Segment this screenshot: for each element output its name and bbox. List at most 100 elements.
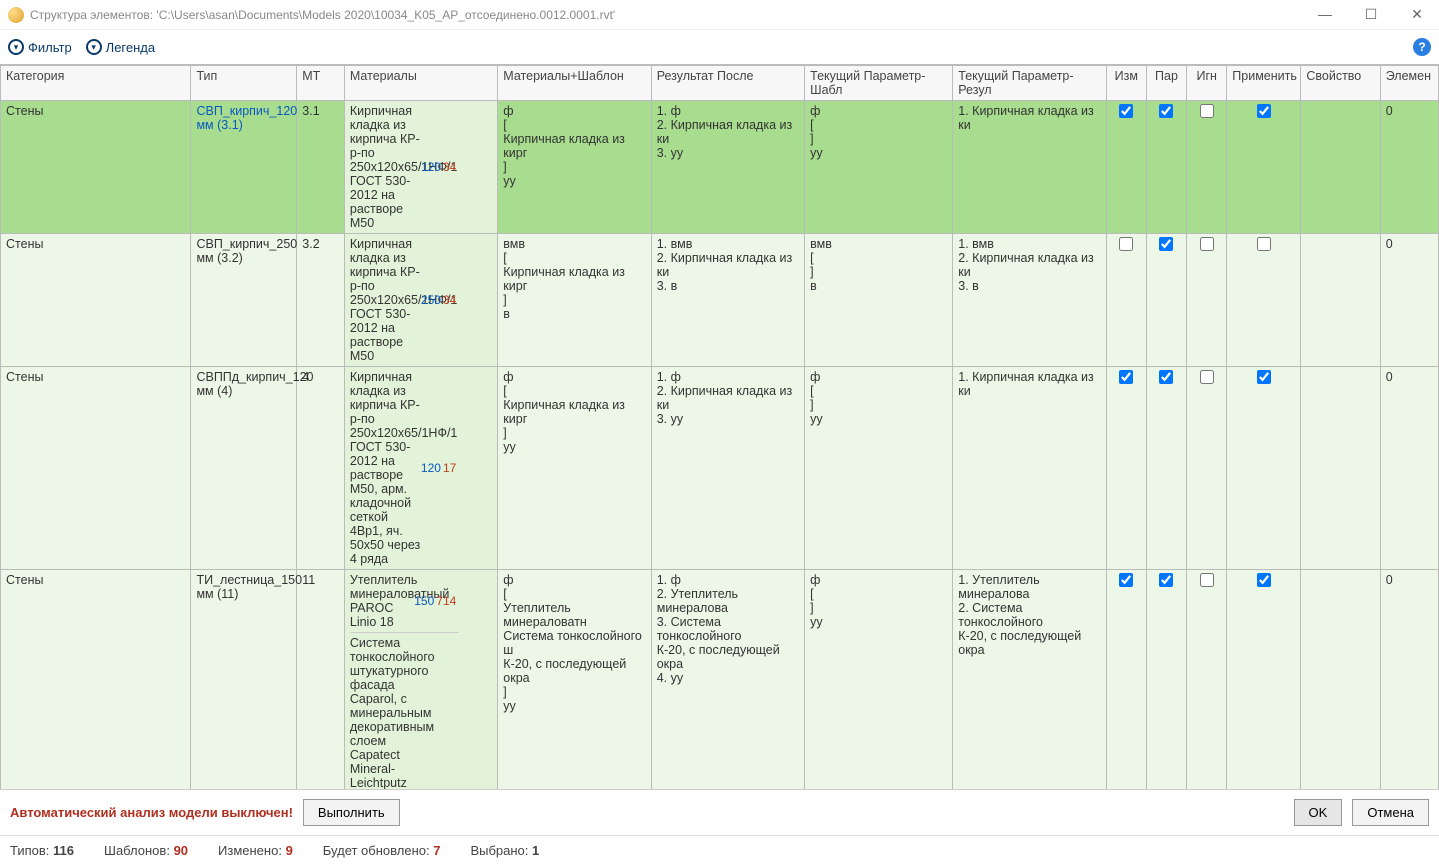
cell-cur-tpl: вмв[]в	[805, 234, 953, 367]
status-updated: Будет обновлено: 7	[323, 843, 441, 858]
cell-result: 1. ф2. Кирпичная кладка из ки3. уу	[651, 367, 804, 570]
apply-checkbox[interactable]	[1257, 237, 1271, 251]
col-prop[interactable]: Свойство	[1301, 66, 1380, 101]
col-mt[interactable]: МТ	[297, 66, 345, 101]
table-row[interactable]: СтеныСВППд_кирпич_120 мм (4)4Кирпичная к…	[1, 367, 1439, 570]
material-dimensions: 12034	[421, 160, 456, 174]
cell-mt: 3.2	[297, 234, 345, 367]
col-ign[interactable]: Игн	[1187, 66, 1227, 101]
cell-cur-tpl: ф[]уу	[805, 570, 953, 790]
status-selected: Выбрано: 1	[470, 843, 539, 858]
window-title: Структура элементов: 'C:\Users\asan\Docu…	[30, 8, 1311, 22]
col-materials[interactable]: Материалы	[344, 66, 497, 101]
cell-category: Стены	[1, 367, 191, 570]
col-category[interactable]: Категория	[1, 66, 191, 101]
cell-par	[1146, 570, 1186, 790]
ign-checkbox[interactable]	[1200, 237, 1214, 251]
col-chg[interactable]: Изм	[1106, 66, 1146, 101]
chevron-down-icon: ▾	[86, 39, 102, 55]
par-checkbox[interactable]	[1159, 104, 1173, 118]
cell-chg	[1106, 570, 1146, 790]
par-checkbox[interactable]	[1159, 573, 1173, 587]
cell-category: Стены	[1, 570, 191, 790]
filter-button[interactable]: ▾ Фильтр	[8, 39, 72, 55]
table-row[interactable]: СтеныСВП_кирпич_250 мм (3.2)3.2Кирпичная…	[1, 234, 1439, 367]
cell-category: Стены	[1, 101, 191, 234]
col-apply[interactable]: Применить	[1227, 66, 1301, 101]
cell-ign	[1187, 101, 1227, 234]
table-row[interactable]: СтеныТИ_лестница_150 мм (11)11Утеплитель…	[1, 570, 1439, 790]
minimize-button[interactable]: —	[1311, 6, 1339, 23]
ign-checkbox[interactable]	[1200, 370, 1214, 384]
status-templates: Шаблонов: 90	[104, 843, 188, 858]
cell-mat-tpl: вмв[Кирпичная кладка из кирг]в	[498, 234, 651, 367]
cell-apply	[1227, 570, 1301, 790]
chg-checkbox[interactable]	[1119, 370, 1133, 384]
cell-mt: 11	[297, 570, 345, 790]
col-type[interactable]: Тип	[191, 66, 297, 101]
cancel-button[interactable]: Отмена	[1352, 799, 1429, 826]
material-dimensions: 585	[434, 789, 456, 790]
cell-elem: 0	[1380, 234, 1438, 367]
status-types: Типов: 116	[10, 843, 74, 858]
cell-ign	[1187, 570, 1227, 790]
material-dimensions: 25034	[421, 293, 456, 307]
header-row: Категория Тип МТ Материалы Материалы+Шаб…	[1, 66, 1439, 101]
apply-checkbox[interactable]	[1257, 573, 1271, 587]
cell-cur-tpl: ф[]уу	[805, 367, 953, 570]
cell-ign	[1187, 367, 1227, 570]
filter-label: Фильтр	[28, 40, 72, 55]
cell-materials: Утеплитель минераловатный PAROC Linio 18…	[344, 570, 497, 790]
cell-par	[1146, 234, 1186, 367]
cell-type: СВП_кирпич_120 мм (3.1)	[191, 101, 297, 234]
cell-par	[1146, 367, 1186, 570]
cell-cur-res: 1. Кирпичная кладка из ки	[953, 367, 1106, 570]
toolbar: ▾ Фильтр ▾ Легенда ?	[0, 30, 1439, 64]
cell-mt: 4	[297, 367, 345, 570]
cell-apply	[1227, 234, 1301, 367]
cell-mat-tpl: ф[Утеплитель минераловатнСистема тонкосл…	[498, 570, 651, 790]
col-result[interactable]: Результат После	[651, 66, 804, 101]
cell-ign	[1187, 234, 1227, 367]
ok-button[interactable]: OK	[1294, 799, 1343, 826]
cell-elem: 0	[1380, 367, 1438, 570]
cell-prop	[1301, 367, 1380, 570]
chg-checkbox[interactable]	[1119, 573, 1133, 587]
apply-checkbox[interactable]	[1257, 104, 1271, 118]
cell-type: СВП_кирпич_250 мм (3.2)	[191, 234, 297, 367]
material-dimensions: 12017	[421, 461, 456, 475]
col-mat-tpl[interactable]: Материалы+Шаблон	[498, 66, 651, 101]
help-icon[interactable]: ?	[1413, 38, 1431, 56]
cell-chg	[1106, 234, 1146, 367]
run-button[interactable]: Выполнить	[303, 799, 400, 826]
cell-cur-res: 1. Утеплитель минералова2. Система тонко…	[953, 570, 1106, 790]
cell-category: Стены	[1, 234, 191, 367]
cell-chg	[1106, 367, 1146, 570]
col-par[interactable]: Пар	[1146, 66, 1186, 101]
cell-result: 1. ф2. Кирпичная кладка из ки3. уу	[651, 101, 804, 234]
close-button[interactable]: ✕	[1403, 6, 1431, 23]
material-text: Система тонкослойного штукатурного фасад…	[350, 636, 435, 789]
col-elem[interactable]: Элемен	[1380, 66, 1438, 101]
apply-checkbox[interactable]	[1257, 370, 1271, 384]
ign-checkbox[interactable]	[1200, 573, 1214, 587]
legend-button[interactable]: ▾ Легенда	[86, 39, 155, 55]
par-checkbox[interactable]	[1159, 237, 1173, 251]
col-cur-tpl[interactable]: Текущий Параметр-Шабл	[805, 66, 953, 101]
data-grid[interactable]: Категория Тип МТ Материалы Материалы+Шаб…	[0, 64, 1439, 789]
cell-type: ТИ_лестница_150 мм (11)	[191, 570, 297, 790]
par-checkbox[interactable]	[1159, 370, 1173, 384]
ign-checkbox[interactable]	[1200, 104, 1214, 118]
chg-checkbox[interactable]	[1119, 104, 1133, 118]
status-bar: Типов: 116 Шаблонов: 90 Изменено: 9 Буде…	[0, 835, 1439, 865]
window-controls: — ☐ ✕	[1311, 6, 1431, 23]
table-row[interactable]: СтеныСВП_кирпич_120 мм (3.1)3.1Кирпичная…	[1, 101, 1439, 234]
chg-checkbox[interactable]	[1119, 237, 1133, 251]
col-cur-res[interactable]: Текущий Параметр-Резул	[953, 66, 1106, 101]
cell-result: 1. вмв2. Кирпичная кладка из ки3. в	[651, 234, 804, 367]
cell-prop	[1301, 234, 1380, 367]
material-dimensions: 150714	[414, 594, 456, 608]
maximize-button[interactable]: ☐	[1357, 6, 1385, 23]
cell-mt: 3.1	[297, 101, 345, 234]
cell-prop	[1301, 570, 1380, 790]
